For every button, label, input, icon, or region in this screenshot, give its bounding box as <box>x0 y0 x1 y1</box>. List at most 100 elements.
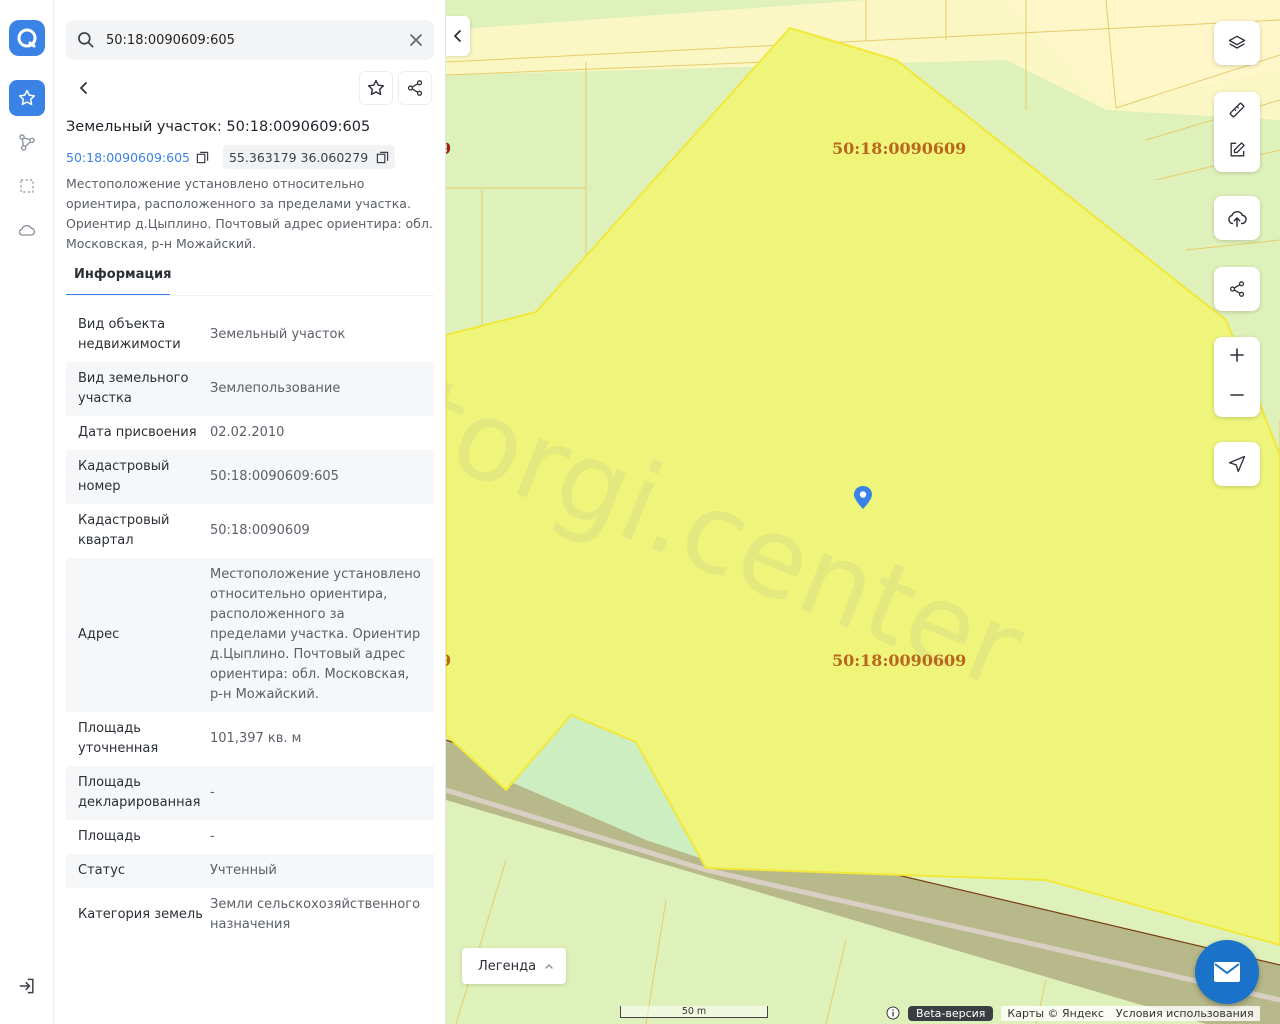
info-row-value: 50:18:0090609:605 <box>210 469 339 484</box>
info-row-key: Дата присвоения <box>78 425 197 440</box>
search-icon <box>76 30 96 54</box>
left-rail <box>0 0 54 1024</box>
tab-information[interactable]: Информация <box>66 262 172 296</box>
copy-cadastral-button[interactable] <box>196 151 209 164</box>
coordinates-chip: 55.363179 36.060279 <box>222 145 396 169</box>
rail-selection-button[interactable] <box>9 168 45 204</box>
search-input[interactable] <box>106 20 396 60</box>
legend-label: Легенда <box>478 958 537 974</box>
ruler-icon <box>1229 102 1245 118</box>
info-row-value: 50:18:0090609 <box>210 523 310 538</box>
zoom-out-button[interactable] <box>1229 387 1245 407</box>
copy-icon <box>376 151 389 163</box>
back-button[interactable] <box>67 71 101 105</box>
quarter-label: 50:18:0090609 <box>832 651 967 670</box>
minus-icon <box>1230 394 1244 396</box>
info-table: Вид объекта недвижимости Земельный участо… <box>66 308 434 942</box>
info-row-value: Земли сельскохозяйственного назначения <box>210 897 421 932</box>
info-row: Кадастровый квартал 50:18:0090609 <box>66 504 434 558</box>
logout-button[interactable] <box>9 968 45 1004</box>
info-row-key: Вид объекта недвижимости <box>78 317 181 352</box>
info-row-key: Площадь декларированная <box>78 775 201 810</box>
rail-favorites-button[interactable] <box>9 80 45 116</box>
layers-button[interactable] <box>1214 21 1260 65</box>
collapse-panel-button[interactable] <box>446 16 470 56</box>
terms-link[interactable]: Условия использования <box>1109 1005 1260 1021</box>
coordinates-text: 55.363179 36.060279 <box>228 149 369 165</box>
layers-icon <box>1228 35 1246 49</box>
info-row: Площадь - <box>66 820 434 854</box>
map-attribution[interactable]: Карты © Яндекс <box>1001 1005 1110 1021</box>
info-row: Категория земель Земли сельскохозяйственн… <box>66 888 434 942</box>
map-scale: 50 m <box>620 1006 768 1018</box>
beta-badge: Beta-версия <box>908 1005 994 1021</box>
info-row: Дата присвоения 02.02.2010 <box>66 416 434 450</box>
map-attribution-bar: Beta-версия Карты © Яндекс Условия испол… <box>886 1004 1260 1022</box>
info-row: Площадь уточненная 101,397 кв. м <box>66 712 434 766</box>
info-row-key: Кадастровый номер <box>78 459 170 494</box>
info-row-value: Землепользование <box>210 381 341 396</box>
navigate-icon <box>1228 455 1246 473</box>
search-box <box>66 20 434 60</box>
info-row-value: 02.02.2010 <box>210 425 285 440</box>
favorite-button[interactable] <box>359 71 393 105</box>
rail-route-button[interactable] <box>9 124 45 160</box>
rail-cloud-button[interactable] <box>9 212 45 248</box>
copy-icon <box>196 151 209 163</box>
share-button[interactable] <box>398 71 432 105</box>
map-canvas[interactable]: torgi.center 50:18:0090609 50:18:0090609… <box>446 0 1280 1024</box>
info-row-value: 101,397 кв. м <box>210 731 302 746</box>
zoom-group <box>1214 337 1260 417</box>
upload-button[interactable] <box>1214 196 1260 240</box>
info-row-key: Статус <box>78 863 126 878</box>
info-icon[interactable] <box>886 1006 900 1020</box>
chevron-up-icon <box>545 964 553 969</box>
quarter-label: 50:18:0090609 <box>832 139 967 158</box>
copy-coords-button[interactable] <box>376 151 389 164</box>
info-row-key: Вид земельного участка <box>78 371 189 406</box>
contact-mail-button[interactable] <box>1195 940 1259 1004</box>
measure-tools-group <box>1214 92 1260 172</box>
star-icon <box>18 89 36 106</box>
ruler-button[interactable] <box>1227 100 1247 124</box>
info-row: Площадь декларированная - <box>66 766 434 820</box>
legend-button[interactable]: Легенда <box>462 948 566 984</box>
zoom-in-button[interactable] <box>1229 347 1245 367</box>
info-row-key: Площадь уточненная <box>78 721 159 756</box>
quarter-label-partial: 9 <box>446 651 451 670</box>
quarter-label-partial: 9 <box>446 139 451 158</box>
plus-icon <box>1230 348 1244 362</box>
map-share-button[interactable] <box>1214 267 1260 311</box>
location-pin-icon[interactable] <box>851 484 875 512</box>
chevron-left-icon <box>454 30 461 42</box>
cloud-icon <box>18 225 36 236</box>
id-row: 50:18:0090609:605 55.363179 36.060279 <box>66 145 396 169</box>
logout-icon <box>19 978 34 994</box>
info-row-value: - <box>210 785 215 800</box>
upload-cloud-icon <box>1228 211 1247 227</box>
edit-button[interactable] <box>1227 140 1247 164</box>
share-icon <box>1229 281 1245 297</box>
route-icon <box>19 134 35 151</box>
info-row-key: Площадь <box>78 829 141 844</box>
clear-search-button[interactable] <box>406 30 426 50</box>
info-row-key: Адрес <box>78 627 120 642</box>
object-panel: Земельный участок: 50:18:0090609:605 50:… <box>54 0 446 1024</box>
info-row: Статус Учтенный <box>66 854 434 888</box>
star-icon <box>367 79 385 96</box>
info-row-key: Кадастровый квартал <box>78 513 170 548</box>
page-title: Земельный участок: 50:18:0090609:605 <box>66 119 371 135</box>
cadastral-number-link[interactable]: 50:18:0090609:605 <box>66 150 190 165</box>
info-row: Кадастровый номер 50:18:0090609:605 <box>66 450 434 504</box>
mail-icon <box>1214 962 1240 982</box>
info-row-value: - <box>210 829 215 844</box>
app-logo-icon[interactable] <box>9 20 45 56</box>
info-row-value: Учтенный <box>210 863 277 878</box>
info-row-value: Местоположение установлено относительно … <box>210 567 421 702</box>
edit-icon <box>1230 142 1245 157</box>
my-location-button[interactable] <box>1214 442 1260 486</box>
tab-divider <box>66 295 434 296</box>
info-row: Вид объекта недвижимости Земельный участо… <box>66 308 434 362</box>
chevron-left-icon <box>80 82 87 94</box>
close-icon <box>410 34 422 46</box>
